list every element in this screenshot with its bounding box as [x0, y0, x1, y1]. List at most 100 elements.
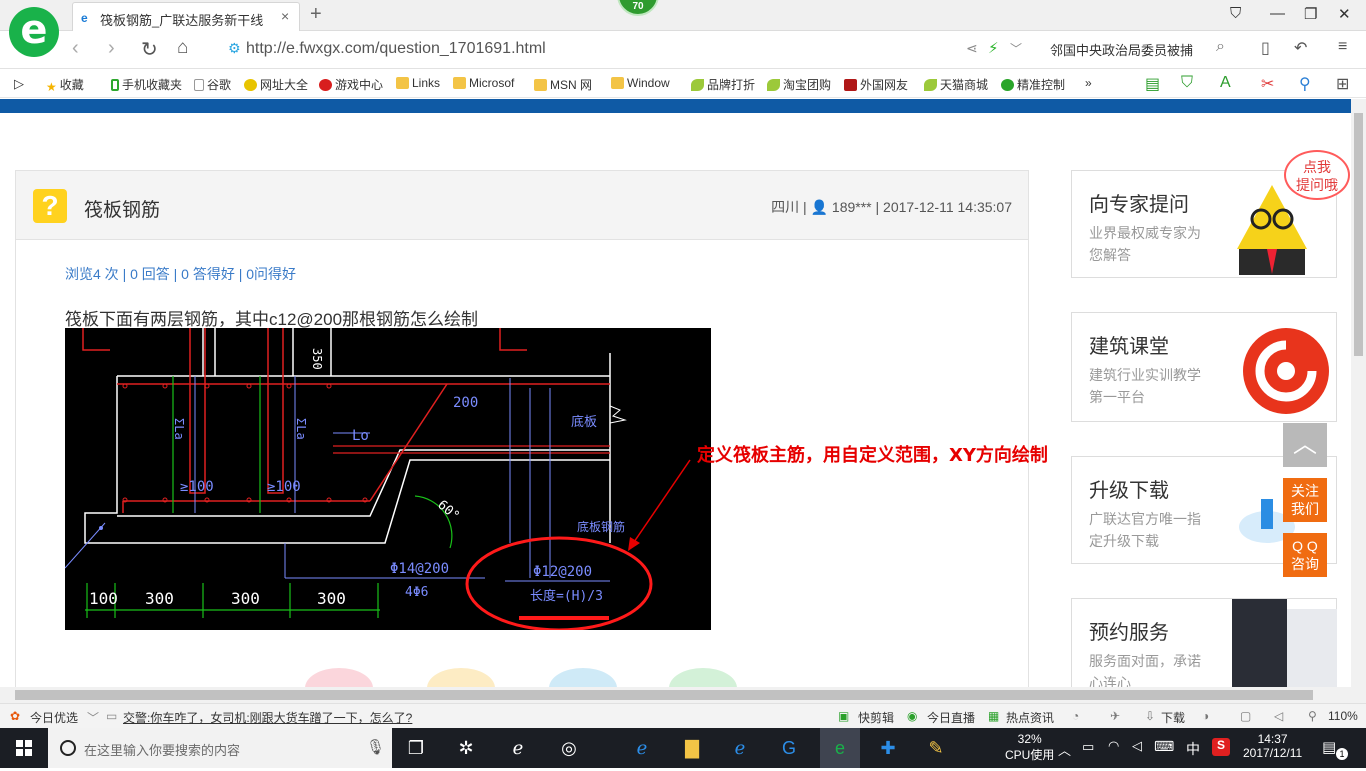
new-tab-button[interactable]: +: [310, 3, 322, 26]
bookmark-mobile[interactable]: 手机收藏夹: [111, 76, 182, 93]
browser-logo-icon[interactable]: e: [9, 7, 59, 57]
glodon-app-icon[interactable]: G: [775, 734, 803, 762]
internet-explorer-icon[interactable]: ℯ: [726, 734, 754, 762]
refresh-icon[interactable]: ↻: [141, 37, 158, 62]
plus-app-icon[interactable]: ✚: [874, 734, 902, 762]
menu-icon[interactable]: ≡: [1338, 38, 1347, 56]
apps-grid-icon[interactable]: ⊞: [1336, 74, 1349, 94]
magnifier-icon[interactable]: ⚲: [1299, 74, 1311, 94]
address-bar[interactable]: ⚙ http://e.fwxgx.com/question_1701691.ht…: [226, 37, 1036, 63]
home-icon[interactable]: ⌂: [177, 37, 188, 59]
bookmarks-more-button[interactable]: »: [1085, 76, 1092, 90]
quick-edit-link[interactable]: 快剪辑: [858, 709, 894, 726]
volume-icon[interactable]: ◁: [1274, 709, 1283, 723]
zoom-level[interactable]: 110%: [1328, 709, 1358, 723]
skin-icon[interactable]: ⛉: [1230, 5, 1241, 22]
tab-close-button[interactable]: ×: [281, 8, 289, 24]
forward-icon[interactable]: ›: [108, 37, 115, 60]
question-user[interactable]: 189***: [832, 199, 872, 215]
keyboard-icon[interactable]: ⌨: [1154, 738, 1174, 755]
tray-chevron-up-icon[interactable]: ︿: [1058, 740, 1071, 759]
start-button[interactable]: [0, 728, 48, 768]
chevron-icon[interactable]: ﹀: [87, 709, 99, 726]
bookmark-taobao[interactable]: 淘宝团购: [767, 76, 831, 93]
close-window-button[interactable]: ✕: [1338, 5, 1351, 23]
taskbar-search-input[interactable]: 在这里输入你要搜索的内容 🎙: [48, 728, 392, 768]
bookmark-favorites[interactable]: ★ 收藏: [46, 76, 84, 94]
news-ticker-link[interactable]: 交警:你车咋了，女司机:刚跟大货车蹭了一下，怎么了?: [123, 709, 412, 726]
bookmark-precise[interactable]: 精准控制: [1001, 76, 1065, 93]
url-text[interactable]: http://e.fwxgx.com/question_1701691.html: [246, 40, 546, 58]
share-icon[interactable]: ⋖: [966, 40, 978, 57]
edge-icon[interactable]: ℯ: [628, 734, 656, 762]
bookmark-windows[interactable]: Window: [611, 76, 670, 90]
back-icon[interactable]: ‹: [72, 37, 79, 60]
card-appointment[interactable]: 预约服务 服务面对面，承诺心连心: [1071, 598, 1337, 698]
today-picks-link[interactable]: 今日优选: [30, 709, 78, 726]
pinwheel-app-icon[interactable]: ✲: [452, 734, 480, 762]
bookmark-tmall[interactable]: 天猫商城: [924, 76, 988, 93]
notify-app-icon[interactable]: ◎: [555, 734, 583, 762]
qq-consult-button[interactable]: Q Q 咨询: [1283, 533, 1327, 577]
undo-icon[interactable]: ↶: [1294, 38, 1307, 58]
user-icon: 👤: [810, 199, 829, 215]
action-center-icon[interactable]: ▤: [1322, 738, 1336, 756]
wifi-icon[interactable]: ◠: [1108, 738, 1119, 754]
horizontal-scrollbar[interactable]: [0, 687, 1366, 703]
score-badge[interactable]: 70: [617, 0, 659, 16]
search-icon[interactable]: ⌕: [1216, 38, 1225, 56]
speed-icon[interactable]: ◔: [1072, 709, 1079, 723]
microphone-icon[interactable]: 🎙: [366, 738, 385, 756]
question-stats[interactable]: 浏览4 次 | 0 回答 | 0 答得好 | 0问得好: [65, 264, 296, 284]
sidebar-toggle-icon[interactable]: ▷: [14, 76, 24, 92]
speed-mode-icon[interactable]: ⚡: [988, 39, 999, 57]
chevron-down-icon[interactable]: ﹀: [1010, 40, 1022, 57]
card-building-class[interactable]: 建筑课堂 建筑行业实训教学第一平台: [1071, 312, 1337, 422]
today-live-link[interactable]: 今日直播: [927, 709, 975, 726]
window-icon[interactable]: ▢: [1240, 709, 1251, 723]
scissors-icon[interactable]: ✂: [1261, 74, 1274, 94]
browser-tab[interactable]: e 筏板钢筋_广联达服务新干线 ×: [72, 2, 300, 31]
bookmark-games[interactable]: 游戏中心: [319, 76, 383, 93]
leaf-icon: [691, 79, 704, 91]
translate-icon[interactable]: A: [1220, 74, 1231, 92]
bookmark-brand-sale[interactable]: 品牌打折: [691, 76, 755, 93]
browser-taskbar-icon[interactable]: e: [820, 728, 860, 768]
cad-dim-300-2: 300: [231, 589, 260, 608]
hot-news-link[interactable]: 热点资讯: [1006, 709, 1054, 726]
battery-icon[interactable]: ▭: [1082, 739, 1094, 755]
search-input[interactable]: 邻国中央政治局委员被捕: [1050, 40, 1193, 59]
ime-indicator[interactable]: 中: [1186, 739, 1200, 759]
shield-icon[interactable]: ⛉: [1181, 74, 1193, 92]
task-view-icon[interactable]: ❐: [402, 734, 430, 762]
file-explorer-icon[interactable]: ▇: [678, 734, 706, 762]
bookmark-msn[interactable]: MSN 网: [534, 76, 592, 93]
ie-browser-icon[interactable]: ℯ: [504, 734, 532, 762]
volume-icon[interactable]: ◁: [1132, 738, 1142, 754]
cad-dim-300-1: 300: [145, 589, 174, 608]
bookmark-hao[interactable]: 网址大全: [244, 76, 308, 93]
pin-icon[interactable]: ✈: [1110, 709, 1120, 723]
follow-us-button[interactable]: 关注我们: [1283, 478, 1327, 522]
back-to-top-button[interactable]: ︿: [1283, 423, 1327, 467]
minimize-button[interactable]: —: [1270, 5, 1285, 22]
bookmark-foreign[interactable]: 外国网友: [844, 76, 908, 93]
notes-app-icon[interactable]: ✎: [922, 734, 950, 762]
bookmark-google[interactable]: 谷歌: [194, 76, 231, 93]
ie-mode-icon[interactable]: ◑: [1202, 709, 1209, 723]
question-text: 筏板下面有两层钢筋，其中c12@200那根钢筋怎么绘制: [65, 310, 479, 329]
bookmark-links[interactable]: Links: [396, 76, 440, 90]
maximize-button[interactable]: ❐: [1304, 5, 1317, 23]
cpu-monitor[interactable]: 32% CPU使用: [1005, 732, 1054, 763]
mobile-icon[interactable]: ▯: [1261, 38, 1270, 58]
bookmark-microsoft[interactable]: Microsof: [453, 76, 514, 90]
sogou-ime-icon[interactable]: S: [1212, 738, 1230, 756]
ask-bubble-button[interactable]: 点我 提问哦: [1284, 150, 1350, 200]
scrollbar-thumb[interactable]: [15, 690, 1313, 700]
reader-icon[interactable]: ▤: [1145, 74, 1160, 94]
clock[interactable]: 14:37 2017/12/11: [1243, 732, 1302, 760]
scrollbar-thumb[interactable]: [1354, 113, 1363, 356]
download-link[interactable]: 下载: [1161, 709, 1185, 726]
site-favicon-icon: e: [81, 11, 88, 25]
vertical-scrollbar[interactable]: [1351, 99, 1366, 687]
